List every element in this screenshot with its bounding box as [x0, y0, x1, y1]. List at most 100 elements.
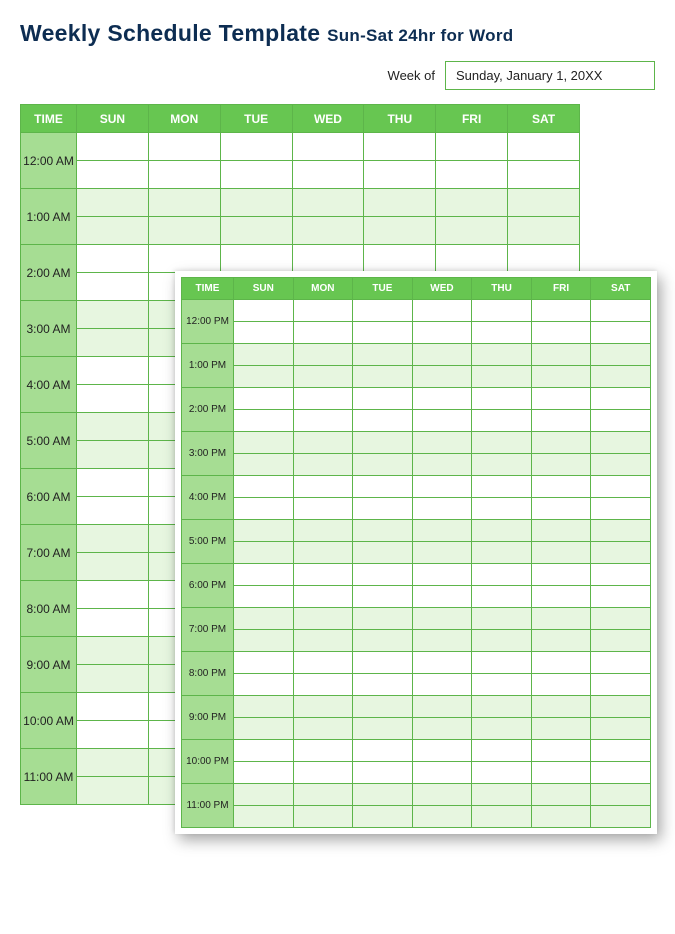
schedule-cell[interactable]	[508, 161, 580, 189]
schedule-cell[interactable]	[531, 652, 591, 674]
schedule-cell[interactable]	[293, 476, 353, 498]
schedule-cell[interactable]	[364, 133, 436, 161]
schedule-cell[interactable]	[591, 366, 651, 388]
schedule-cell[interactable]	[353, 542, 413, 564]
schedule-cell[interactable]	[77, 441, 149, 469]
schedule-cell[interactable]	[77, 665, 149, 693]
schedule-cell[interactable]	[77, 553, 149, 581]
schedule-cell[interactable]	[531, 454, 591, 476]
schedule-cell[interactable]	[412, 718, 472, 740]
schedule-cell[interactable]	[234, 630, 294, 652]
schedule-cell[interactable]	[412, 520, 472, 542]
schedule-cell[interactable]	[234, 520, 294, 542]
schedule-cell[interactable]	[436, 133, 508, 161]
schedule-cell[interactable]	[293, 630, 353, 652]
schedule-cell[interactable]	[293, 344, 353, 366]
schedule-cell[interactable]	[148, 189, 220, 217]
schedule-cell[interactable]	[77, 133, 149, 161]
schedule-cell[interactable]	[293, 388, 353, 410]
schedule-cell[interactable]	[472, 674, 532, 696]
schedule-cell[interactable]	[531, 740, 591, 762]
schedule-cell[interactable]	[531, 300, 591, 322]
schedule-cell[interactable]	[293, 300, 353, 322]
schedule-cell[interactable]	[353, 366, 413, 388]
schedule-cell[interactable]	[591, 652, 651, 674]
schedule-cell[interactable]	[293, 674, 353, 696]
schedule-cell[interactable]	[412, 388, 472, 410]
schedule-cell[interactable]	[472, 696, 532, 718]
schedule-cell[interactable]	[412, 322, 472, 344]
schedule-cell[interactable]	[234, 564, 294, 586]
schedule-cell[interactable]	[77, 777, 149, 805]
schedule-cell[interactable]	[591, 762, 651, 784]
schedule-cell[interactable]	[234, 344, 294, 366]
schedule-cell[interactable]	[292, 245, 364, 273]
schedule-cell[interactable]	[531, 498, 591, 520]
schedule-cell[interactable]	[234, 388, 294, 410]
schedule-cell[interactable]	[436, 189, 508, 217]
schedule-cell[interactable]	[77, 329, 149, 357]
schedule-cell[interactable]	[364, 161, 436, 189]
schedule-cell[interactable]	[234, 410, 294, 432]
schedule-cell[interactable]	[77, 245, 149, 273]
schedule-cell[interactable]	[148, 217, 220, 245]
schedule-cell[interactable]	[591, 586, 651, 608]
schedule-cell[interactable]	[472, 586, 532, 608]
schedule-cell[interactable]	[472, 652, 532, 674]
schedule-cell[interactable]	[591, 344, 651, 366]
schedule-cell[interactable]	[531, 674, 591, 696]
schedule-cell[interactable]	[591, 410, 651, 432]
schedule-cell[interactable]	[353, 630, 413, 652]
schedule-cell[interactable]	[472, 300, 532, 322]
schedule-cell[interactable]	[234, 674, 294, 696]
schedule-cell[interactable]	[220, 245, 292, 273]
schedule-cell[interactable]	[77, 385, 149, 413]
schedule-cell[interactable]	[412, 410, 472, 432]
schedule-cell[interactable]	[353, 740, 413, 762]
schedule-cell[interactable]	[472, 344, 532, 366]
schedule-cell[interactable]	[531, 696, 591, 718]
schedule-cell[interactable]	[412, 608, 472, 630]
schedule-cell[interactable]	[77, 469, 149, 497]
schedule-cell[interactable]	[508, 133, 580, 161]
schedule-cell[interactable]	[531, 608, 591, 630]
schedule-cell[interactable]	[293, 740, 353, 762]
schedule-cell[interactable]	[531, 784, 591, 806]
schedule-cell[interactable]	[412, 784, 472, 806]
schedule-cell[interactable]	[472, 718, 532, 740]
schedule-cell[interactable]	[591, 674, 651, 696]
schedule-cell[interactable]	[77, 217, 149, 245]
schedule-cell[interactable]	[353, 762, 413, 784]
schedule-cell[interactable]	[531, 542, 591, 564]
schedule-cell[interactable]	[220, 133, 292, 161]
schedule-cell[interactable]	[353, 674, 413, 696]
schedule-cell[interactable]	[591, 454, 651, 476]
schedule-cell[interactable]	[412, 806, 472, 828]
schedule-cell[interactable]	[412, 300, 472, 322]
schedule-cell[interactable]	[293, 366, 353, 388]
schedule-cell[interactable]	[472, 608, 532, 630]
schedule-cell[interactable]	[148, 161, 220, 189]
schedule-cell[interactable]	[293, 542, 353, 564]
schedule-cell[interactable]	[412, 674, 472, 696]
schedule-cell[interactable]	[234, 652, 294, 674]
schedule-cell[interactable]	[472, 630, 532, 652]
schedule-cell[interactable]	[234, 696, 294, 718]
schedule-cell[interactable]	[293, 410, 353, 432]
schedule-cell[interactable]	[293, 718, 353, 740]
schedule-cell[interactable]	[293, 520, 353, 542]
schedule-cell[interactable]	[531, 630, 591, 652]
schedule-cell[interactable]	[234, 322, 294, 344]
schedule-cell[interactable]	[591, 388, 651, 410]
schedule-cell[interactable]	[234, 454, 294, 476]
schedule-cell[interactable]	[234, 718, 294, 740]
schedule-cell[interactable]	[531, 520, 591, 542]
week-of-value[interactable]: Sunday, January 1, 20XX	[445, 61, 655, 90]
schedule-cell[interactable]	[412, 630, 472, 652]
schedule-cell[interactable]	[77, 357, 149, 385]
schedule-cell[interactable]	[293, 322, 353, 344]
schedule-cell[interactable]	[472, 432, 532, 454]
schedule-cell[interactable]	[508, 189, 580, 217]
schedule-cell[interactable]	[412, 740, 472, 762]
schedule-cell[interactable]	[531, 564, 591, 586]
